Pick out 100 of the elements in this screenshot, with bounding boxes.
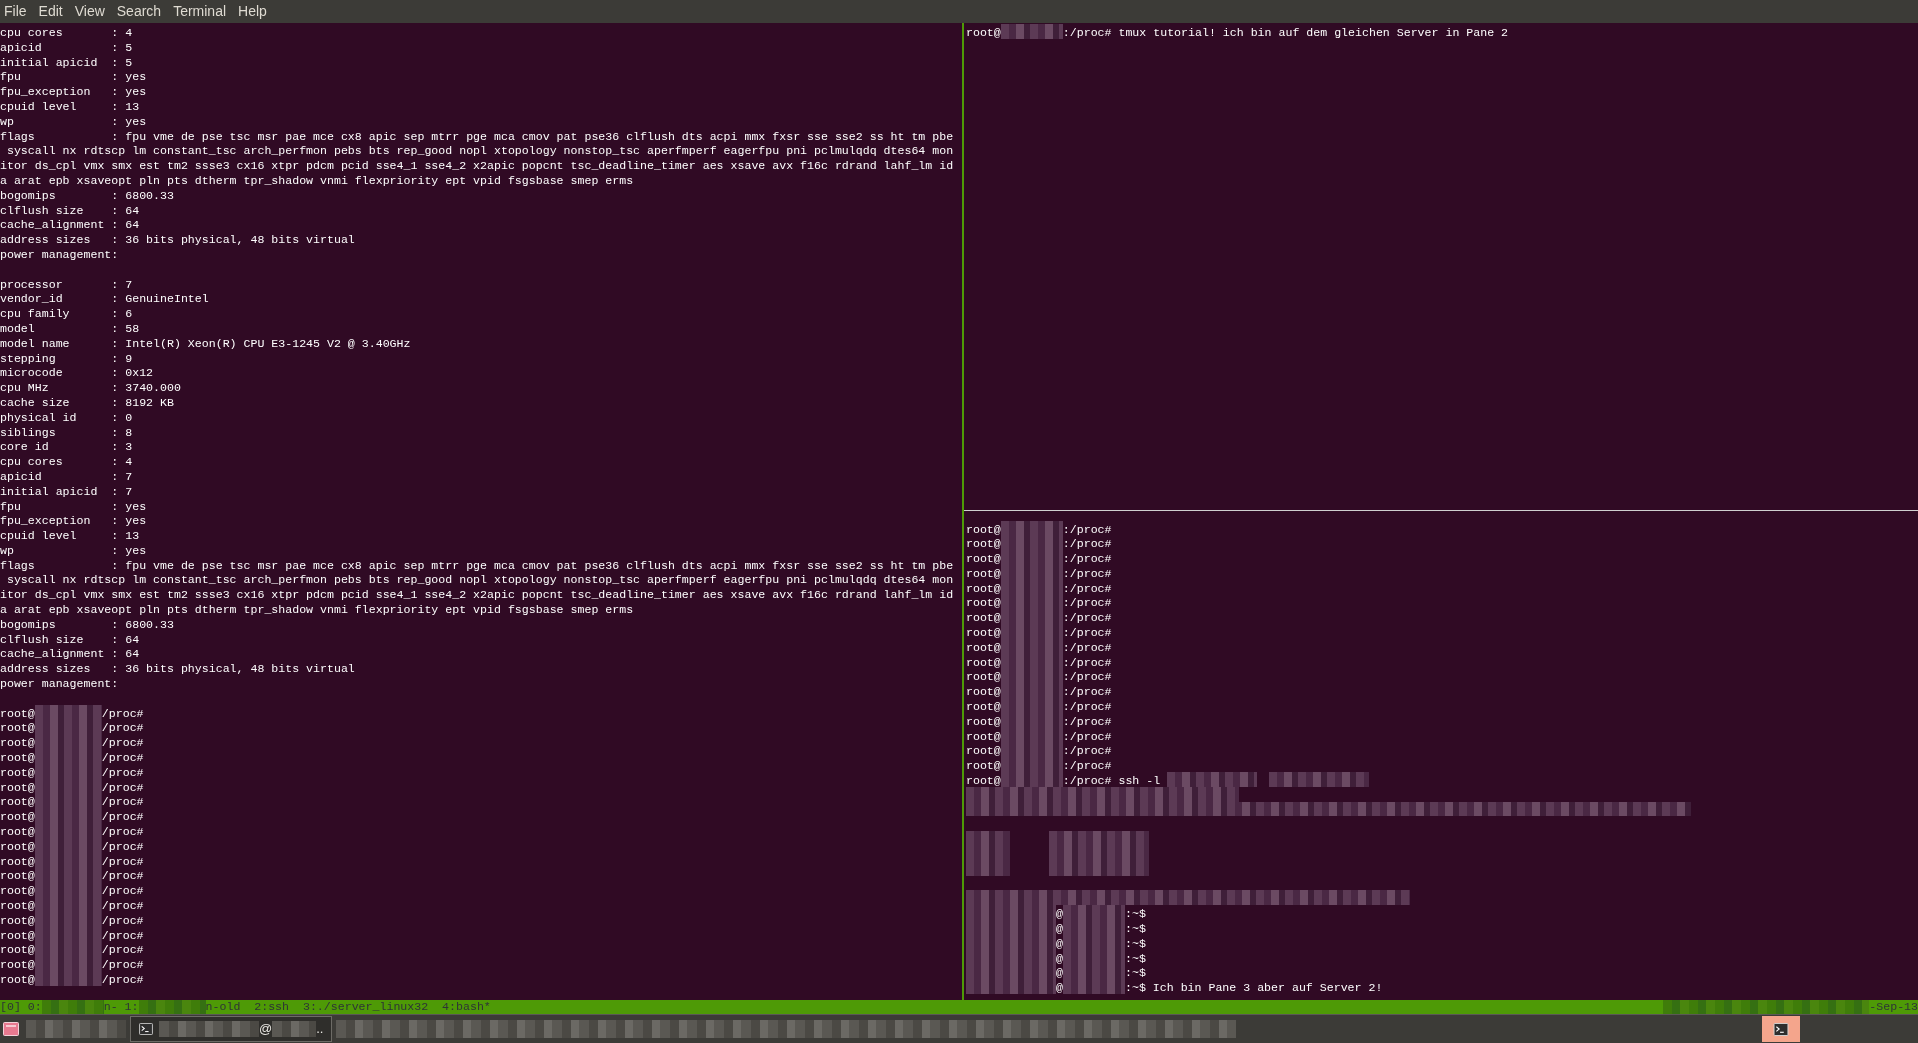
terminal-text: /proc#: [101, 794, 144, 809]
terminal-line: stepping : 9: [0, 350, 134, 365]
terminal-text: :/proc#: [1062, 551, 1112, 565]
terminal-text: root@: [0, 779, 35, 794]
terminal-text: :~$: [1124, 935, 1146, 950]
terminal-line: model : 58: [0, 320, 141, 335]
terminal-text: root@: [0, 809, 35, 824]
terminal-text: root@: [0, 883, 35, 897]
terminal-text: /proc#: [101, 898, 144, 912]
terminal-line: power management:: [0, 246, 120, 261]
terminal-text: :/proc#: [1062, 595, 1112, 610]
terminal-text: :/proc# tmux tutorial! ich bin auf dem gleichen Server in Pane 2: [1062, 25, 1509, 39]
terminal-line: cpuid level : 13: [0, 528, 141, 542]
terminal-line: siblings : 8: [0, 424, 134, 439]
terminal-text: root@: [0, 957, 35, 971]
terminal-line: initial apicid : 7: [0, 483, 134, 498]
terminal-text: :/proc#: [1062, 610, 1112, 625]
terminal-text: /proc#: [101, 957, 144, 971]
terminal-text: /proc#: [101, 705, 144, 720]
terminal-line: flags : fpu vme de pse tsc msr pae mce cx8 apic sep mtrr pge mca cmov pat pse36 clflush dts acpi mmx fxsr sse sse2 ss ht tm pbe: [0, 128, 955, 143]
terminal-text: root@: [966, 625, 1001, 639]
terminal-line: initial apicid : 5: [0, 54, 134, 69]
terminal-text: root@: [966, 521, 1001, 536]
terminal-text: root@: [966, 684, 1001, 699]
terminal-text: /proc#: [101, 824, 144, 838]
taskbar-window-button[interactable]: @ ..: [130, 1016, 333, 1042]
terminal-text: root@: [0, 735, 35, 750]
terminal-text: root@: [0, 868, 35, 883]
terminal-line: itor ds_cpl vmx smx est tm2 ssse3 cx16 xtpr pdcm pcid sse4_1 sse4_2 x2apic popcnt tsc_deadline_timer aes xsave avx f16c rdrand lahf_lm id: [0, 587, 955, 602]
terminal-line: cpu cores : 4: [0, 454, 134, 468]
terminal-text: root@: [0, 898, 35, 912]
terminal-text: root@: [966, 713, 1001, 728]
terminal-text: :/proc#: [1062, 565, 1112, 580]
terminal-text: root@: [966, 536, 1001, 551]
terminal-text: root@: [0, 912, 35, 927]
terminal-text: root@: [966, 551, 1001, 565]
terminal-text: root@: [966, 639, 1001, 654]
terminal-text: root@: [0, 972, 35, 986]
terminal-text: root@: [966, 580, 1001, 595]
terminal-text: root@: [966, 758, 1001, 773]
terminal-line: physical id : 0: [0, 409, 134, 424]
terminal-line: microcode : 0x12: [0, 365, 155, 380]
terminal-text: /proc#: [101, 883, 144, 897]
terminal-text: root@: [966, 699, 1001, 713]
terminal-text: :/proc#: [1062, 743, 1112, 758]
terminal-text: root@: [966, 743, 1001, 758]
terminal-text: :/proc#: [1062, 713, 1112, 728]
terminal-text: /proc#: [101, 838, 144, 853]
pixelated-redaction: [41, 1000, 104, 1014]
terminal-text: :/proc#: [1062, 521, 1112, 536]
terminal-text: :~$: [1124, 950, 1146, 965]
terminal-line: clflush size : 64: [0, 202, 141, 217]
terminal-line: a arat epb xsaveopt pln pts dtherm tpr_shadow vnmi flexpriority ept vpid fsgsbase smep erms: [0, 172, 635, 187]
terminal-text: :/proc#: [1062, 639, 1112, 654]
pixelated-redaction: [1000, 24, 1063, 39]
terminal-text: root@: [966, 669, 1001, 684]
terminal-text: root@: [966, 728, 1001, 743]
terminal-text: n-old 2:ssh 3:./server_linux32 4:bash*: [205, 1000, 491, 1014]
menu-item[interactable]: Terminal: [173, 1, 227, 22]
terminal-line: fpu : yes: [0, 498, 148, 513]
terminal-text: root@: [0, 942, 35, 957]
terminal-line: bogomips : 6800.33: [0, 187, 175, 202]
terminal-line: power management:: [0, 676, 120, 690]
terminal-line: vendor_id : GenuineIntel: [0, 291, 210, 306]
tray-button[interactable]: [1762, 1016, 1800, 1042]
terminal-line: fpu_exception : yes: [0, 513, 148, 528]
terminal-text: [0] 0:: [0, 1000, 42, 1014]
menu-item[interactable]: Help: [238, 1, 267, 22]
menu-item[interactable]: File: [4, 1, 27, 22]
terminal-line: processor : 7: [0, 276, 134, 291]
terminal-text: :~$: [1124, 965, 1146, 980]
terminal-text: :/proc#: [1062, 728, 1112, 743]
terminal-line: apicid : 5: [0, 39, 134, 54]
terminal-text: -Sep-13: [1869, 1000, 1918, 1014]
terminal-text: /proc#: [101, 927, 144, 942]
terminal-text: :/proc#: [1062, 699, 1112, 713]
terminal-line: flags : fpu vme de pse tsc msr pae mce cx8 apic sep mtrr pge mca cmov pat pse36 clflush dts acpi mmx fxsr sse sse2 ss ht tm pbe: [0, 557, 955, 572]
pixelated-redaction: [272, 1021, 317, 1037]
terminal-text: n- 1:: [103, 1000, 139, 1014]
terminal-text: /proc#: [101, 972, 144, 986]
menu-item[interactable]: Edit: [38, 1, 63, 22]
terminal-line: cache_alignment : 64: [0, 646, 141, 661]
terminal-line: a arat epb xsaveopt pln pts dtherm tpr_shadow vnmi flexpriority ept vpid fsgsbase smep erms: [0, 602, 635, 616]
terminal-line: apicid : 7: [0, 468, 134, 483]
terminal-text: root@: [0, 794, 35, 809]
terminal-text: :/proc#: [1062, 669, 1112, 684]
terminal-text: @: [259, 1020, 273, 1039]
terminal-text: /proc#: [101, 720, 144, 735]
terminal-line: address sizes : 36 bits physical, 48 bits virtual: [0, 232, 356, 246]
terminal-text: :/proc#: [1062, 580, 1112, 595]
terminal-text: :~$ Ich bin Pane 3 aber auf Server 2!: [1124, 980, 1383, 994]
menu-item[interactable]: Search: [116, 1, 162, 22]
terminal-text: @: [1056, 906, 1063, 920]
terminal-line: fpu_exception : yes: [0, 84, 148, 98]
terminal-text: @: [1056, 935, 1063, 950]
terminal-text: :~$: [1124, 906, 1146, 920]
pixelated-redaction: [34, 971, 102, 986]
terminal-text: root@: [966, 565, 1001, 580]
terminal-line: address sizes : 36 bits physical, 48 bits virtual: [0, 661, 356, 676]
menu-item[interactable]: View: [74, 1, 105, 22]
